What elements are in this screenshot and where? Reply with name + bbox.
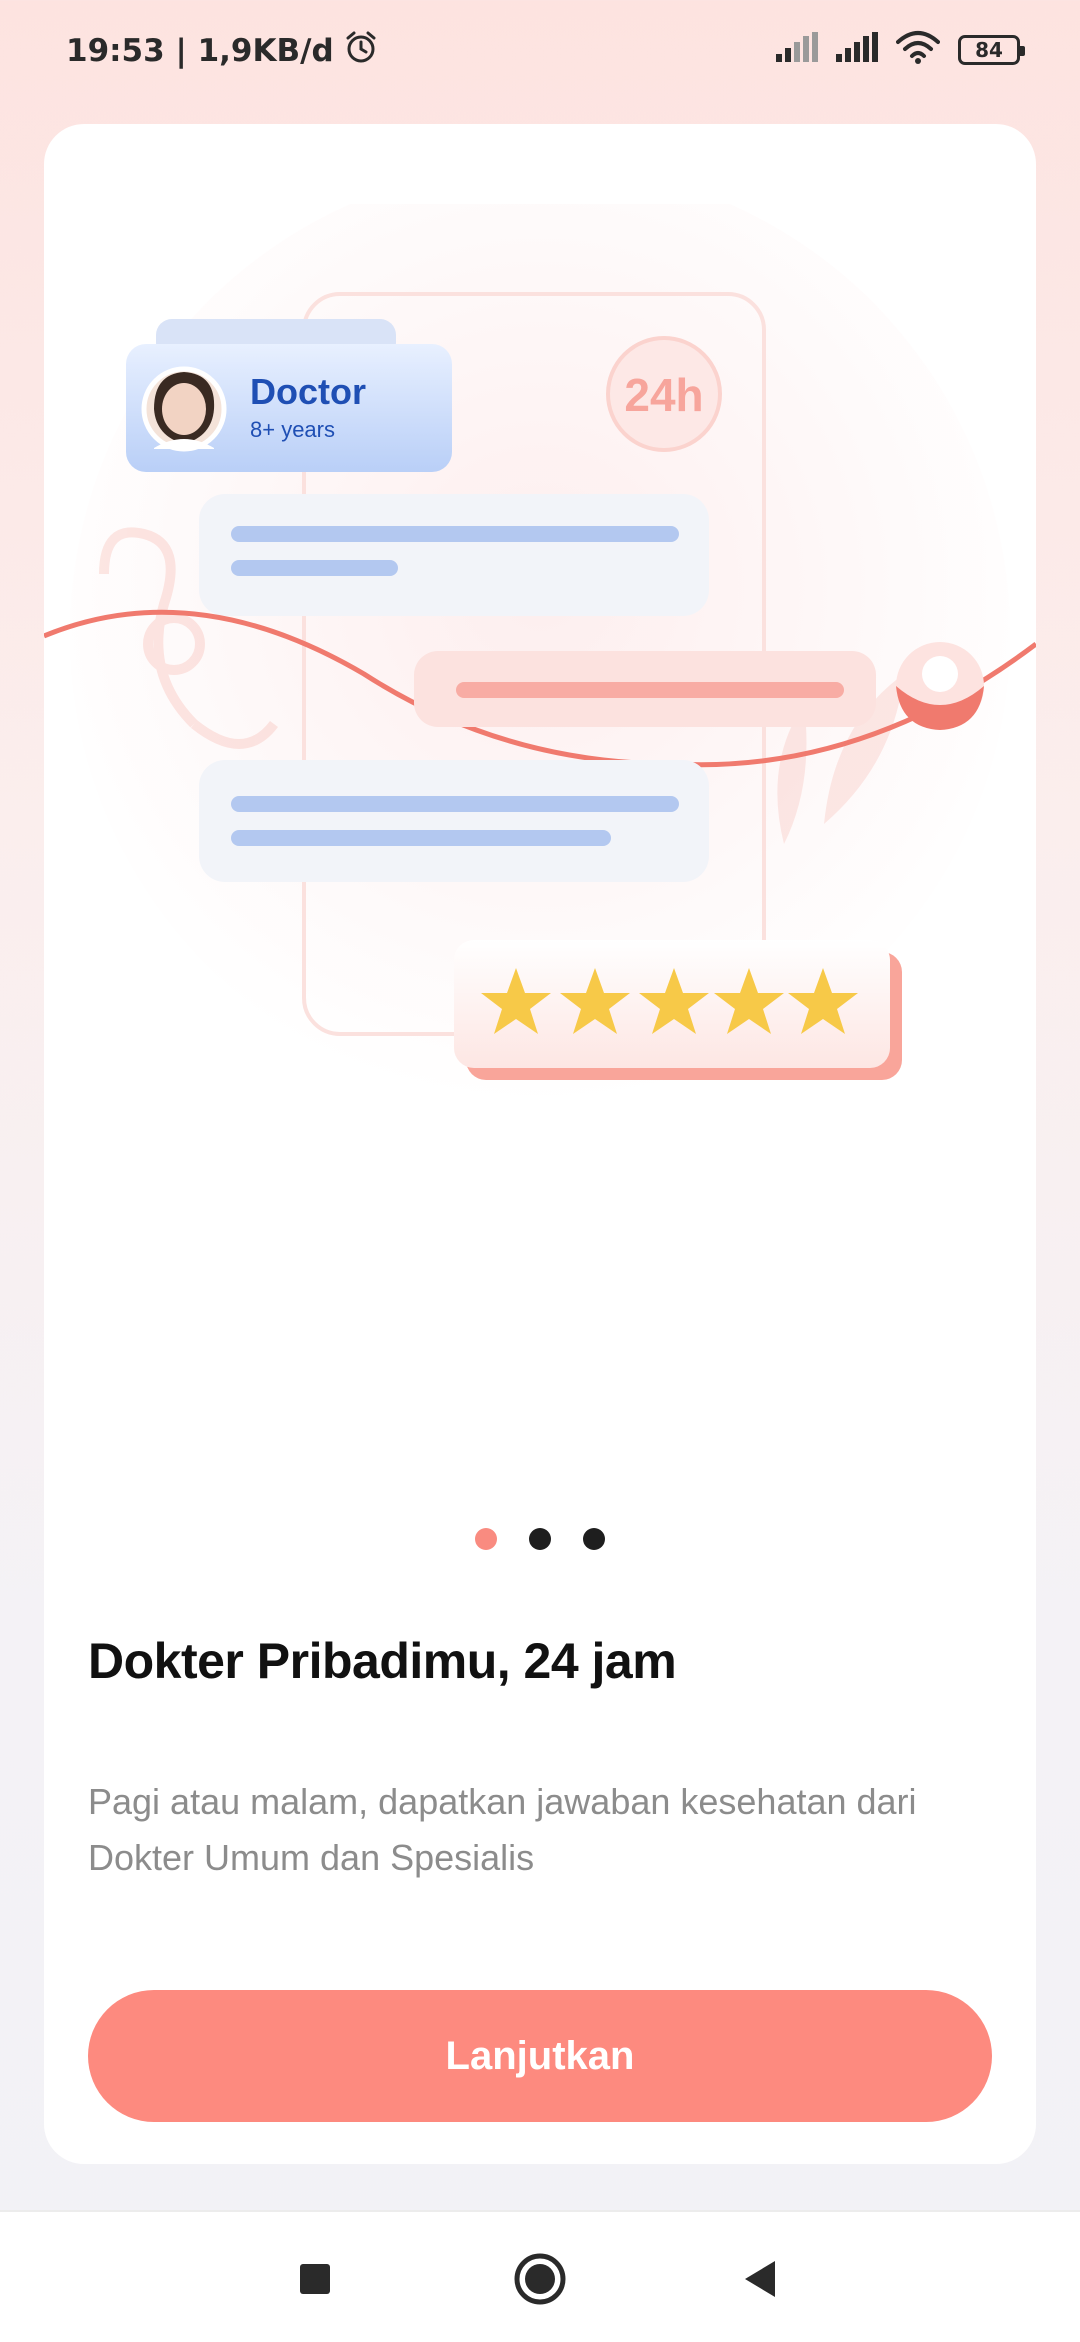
battery-icon: 84 bbox=[958, 34, 1025, 65]
system-nav-bar bbox=[0, 2210, 1080, 2342]
onboarding-description: Pagi atau malam, dapatkan jawaban keseha… bbox=[88, 1781, 917, 1878]
status-bar: 19:53 | 1,9KB/d 84 bbox=[0, 0, 1080, 100]
onboarding-title: Dokter Pribadimu, 24 jam bbox=[88, 1633, 677, 1689]
page-indicator bbox=[44, 1528, 1036, 1550]
illustration-doctor-chat: 24h Doctor 8+ years bbox=[44, 204, 1036, 1104]
continue-button[interactable]: Lanjutkan bbox=[88, 1990, 992, 2122]
doctor-experience: 8+ years bbox=[250, 417, 335, 442]
page-dot[interactable] bbox=[583, 1528, 605, 1550]
status-time: 19:53 | 1,9KB/d bbox=[66, 33, 334, 69]
wifi-icon bbox=[896, 30, 940, 69]
onboarding-card: 24h Doctor 8+ years Dokter Pribadimu, 24… bbox=[44, 124, 1036, 2164]
page-dot[interactable] bbox=[529, 1528, 551, 1550]
battery-level: 84 bbox=[975, 37, 1003, 62]
home-circle-icon[interactable] bbox=[505, 2244, 575, 2314]
page-dot-active[interactable] bbox=[475, 1528, 497, 1550]
badge-24h: 24h bbox=[624, 369, 703, 421]
signal-icon bbox=[836, 32, 878, 67]
signal-icon bbox=[776, 32, 818, 67]
recents-square-icon[interactable] bbox=[280, 2244, 350, 2314]
alarm-icon bbox=[344, 30, 378, 72]
status-right: 84 bbox=[776, 30, 1025, 69]
back-triangle-icon[interactable] bbox=[726, 2244, 796, 2314]
doctor-title: Doctor bbox=[250, 371, 366, 412]
status-left: 19:53 | 1,9KB/d bbox=[66, 30, 378, 72]
